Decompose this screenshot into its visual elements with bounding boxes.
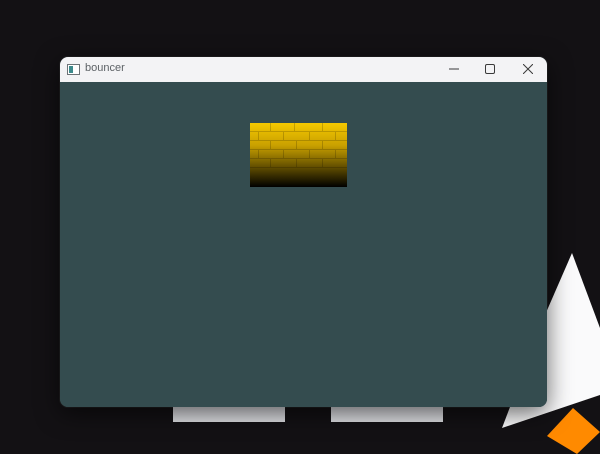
minimize-button[interactable] [436, 57, 472, 82]
close-icon [523, 64, 533, 74]
close-button[interactable] [510, 57, 546, 82]
background-orange-diamond-shape [547, 408, 600, 454]
title-bar[interactable]: bouncer [60, 57, 547, 82]
maximize-icon [485, 64, 495, 74]
bouncing-brick-sprite [250, 123, 347, 187]
client-area[interactable] [60, 82, 547, 407]
window-title: bouncer [85, 62, 125, 74]
app-window-icon [67, 64, 80, 75]
minimize-icon [449, 68, 459, 70]
maximize-button[interactable] [472, 57, 508, 82]
bouncer-window[interactable]: bouncer [60, 57, 547, 407]
desktop: bouncer [0, 0, 600, 454]
